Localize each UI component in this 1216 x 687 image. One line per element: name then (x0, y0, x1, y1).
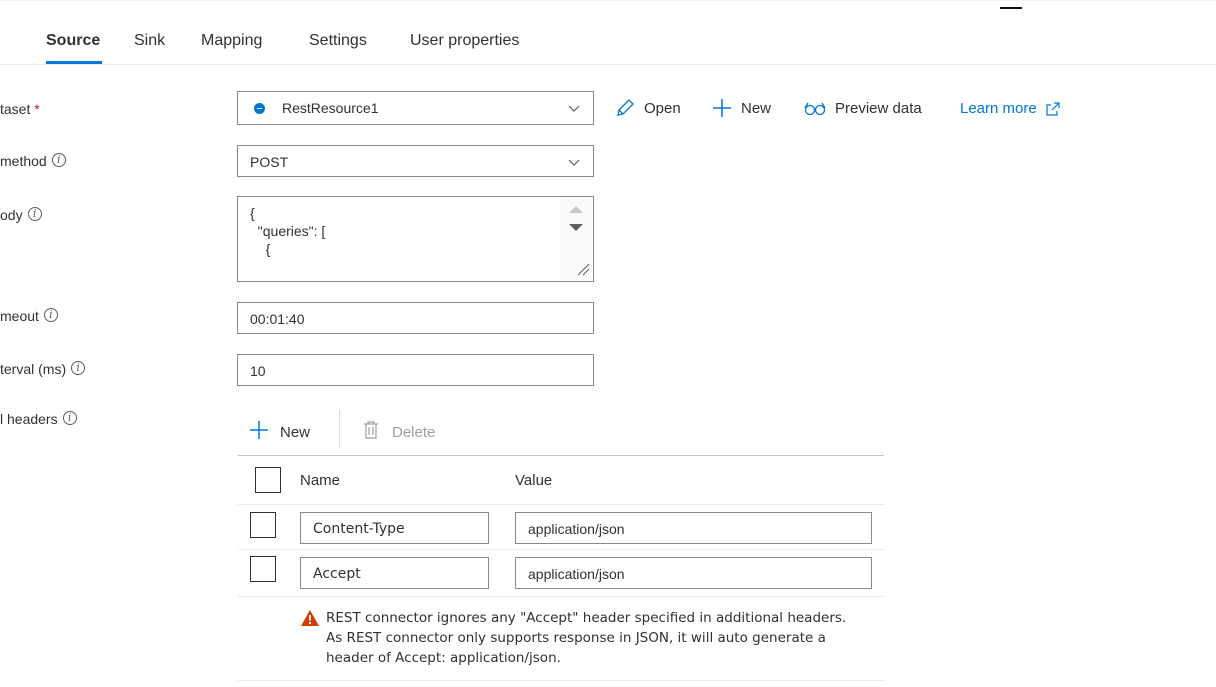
timeout-label-text: meout (0, 308, 39, 324)
headers-delete-label: Delete (392, 424, 436, 441)
row-divider (238, 596, 884, 597)
info-icon[interactable]: i (51, 153, 66, 167)
info-icon[interactable]: i (43, 308, 58, 322)
trash-icon (364, 420, 378, 439)
dataset-label: taset * (0, 101, 40, 117)
method-value: POST (250, 154, 289, 170)
plus-icon (250, 420, 268, 439)
headers-new-label: New (280, 424, 311, 441)
open-dataset-button[interactable]: Open (614, 97, 681, 119)
rest-dataset-icon (254, 103, 265, 114)
preview-data-button[interactable]: Preview data (803, 97, 922, 119)
request-body-textarea[interactable]: { "queries": [ { (238, 197, 593, 281)
info-icon[interactable]: i (62, 411, 77, 425)
row-checkbox[interactable] (250, 556, 276, 582)
interval-value: 10 (250, 363, 266, 379)
external-link-icon (1046, 101, 1060, 116)
plus-icon (713, 99, 731, 117)
tabs-divider (0, 64, 1216, 65)
tab-settings[interactable]: Settings (309, 32, 367, 50)
warning-icon (301, 610, 319, 626)
tab-mapping[interactable]: Mapping (201, 32, 262, 50)
scroll-down-icon[interactable] (566, 222, 586, 234)
method-label: method i (0, 153, 66, 169)
window-minimize-mark[interactable] (1000, 7, 1022, 9)
learn-more-link[interactable]: Learn more (960, 100, 1061, 117)
timeout-input[interactable]: 00:01:40 (237, 302, 594, 334)
tab-user-properties[interactable]: User properties (410, 32, 519, 50)
header-name-value: Accept (313, 566, 361, 582)
row-divider (238, 504, 884, 505)
learn-more-label: Learn more (960, 100, 1037, 117)
chevron-down-icon (568, 159, 580, 166)
select-all-checkbox[interactable] (255, 467, 281, 493)
header-value-input[interactable]: application/json (515, 512, 872, 544)
row-divider (238, 680, 884, 681)
header-name-input[interactable]: Accept (300, 557, 489, 589)
header-value-input[interactable]: application/json (515, 557, 872, 589)
interval-label: terval (ms) i (0, 361, 86, 377)
glasses-icon (804, 102, 826, 116)
header-name-input[interactable]: Content-Type (300, 512, 489, 544)
new-dataset-button[interactable]: New (711, 97, 771, 119)
pencil-icon (617, 99, 634, 116)
tab-sink[interactable]: Sink (134, 32, 165, 50)
preview-label: Preview data (835, 99, 922, 117)
top-border (0, 0, 1216, 1)
header-name-value: Content-Type (313, 521, 405, 537)
dataset-dropdown[interactable]: RestResource1 (237, 91, 594, 125)
row-checkbox[interactable] (250, 512, 276, 538)
body-label-text: ody (0, 207, 23, 223)
resize-handle-icon[interactable] (576, 262, 590, 276)
interval-label-text: terval (ms) (0, 361, 67, 377)
headers-label-text: l headers (0, 411, 58, 427)
header-value-value: application/json (528, 521, 625, 537)
headers-label: l headers i (0, 411, 77, 427)
tab-source[interactable]: Source (46, 32, 100, 50)
method-label-text: method (0, 153, 47, 169)
header-value-value: application/json (528, 566, 625, 582)
column-header-name: Name (300, 472, 341, 489)
grid-top-border (238, 455, 884, 456)
new-label: New (741, 99, 772, 117)
open-label: Open (644, 99, 681, 117)
interval-input[interactable]: 10 (237, 354, 594, 386)
required-marker: * (34, 101, 40, 117)
timeout-label: meout i (0, 308, 58, 324)
body-label: ody i (0, 207, 42, 223)
dataset-value: RestResource1 (282, 100, 379, 116)
warning-text: REST connector ignores any "Accept" head… (326, 610, 847, 666)
timeout-value: 00:01:40 (250, 311, 305, 327)
headers-delete-button[interactable]: Delete (362, 418, 435, 441)
request-body-editor[interactable]: { "queries": [ { (237, 196, 594, 282)
row-divider (238, 549, 884, 550)
chevron-down-icon (568, 105, 580, 112)
body-scrollbar[interactable] (560, 198, 592, 280)
headers-new-button[interactable]: New (248, 418, 310, 441)
dataset-label-text: taset (0, 101, 31, 117)
scroll-up-icon[interactable] (566, 203, 586, 215)
column-header-value: Value (515, 472, 553, 489)
toolbar-separator (339, 410, 340, 448)
info-icon[interactable]: i (71, 361, 86, 375)
method-dropdown[interactable]: POST (237, 145, 594, 177)
info-icon[interactable]: i (27, 207, 42, 221)
